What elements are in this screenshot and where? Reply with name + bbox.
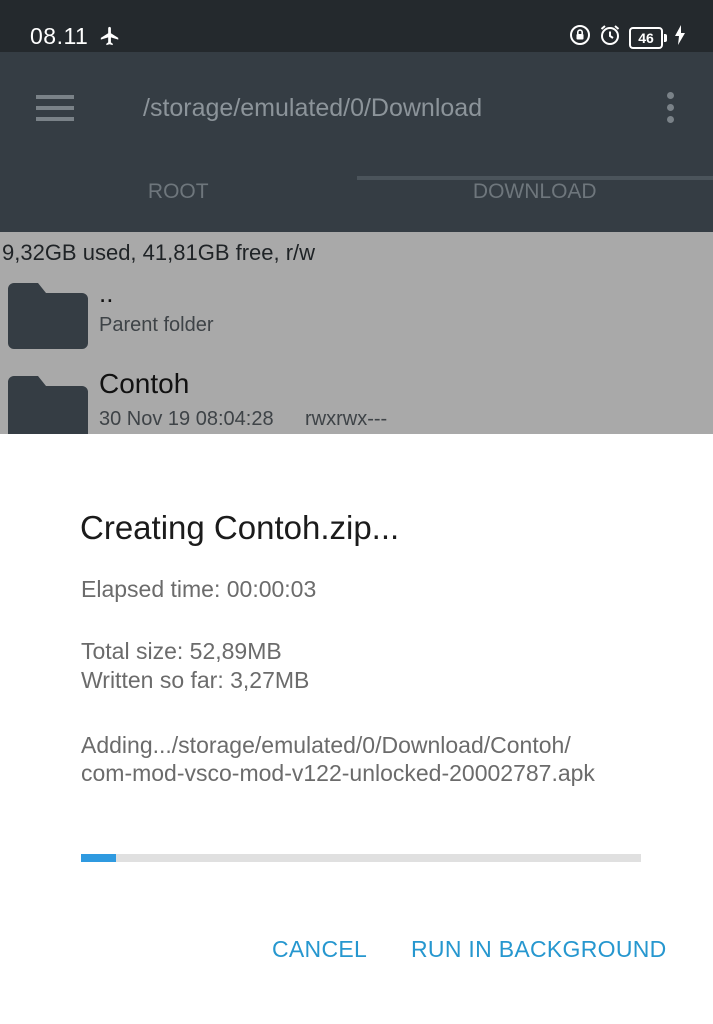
progress-bar — [81, 854, 641, 862]
folder-icon — [8, 376, 88, 434]
tab-root[interactable]: ROOT — [0, 160, 357, 232]
rotation-lock-icon — [569, 24, 591, 51]
alarm-icon — [599, 24, 621, 51]
screen: 08.11 46 /storage/emulated/0/Download RO… — [0, 0, 713, 1024]
list-item-contoh[interactable]: Contoh 30 Nov 19 08:04:28 rwxrwx--- — [0, 368, 713, 434]
app-bar: /storage/emulated/0/Download ROOT DOWNLO… — [0, 52, 713, 232]
adding-path-line-1: Adding.../storage/emulated/0/Download/Co… — [81, 732, 571, 758]
battery-level: 46 — [629, 26, 663, 49]
breadcrumb-tabs: ROOT DOWNLOAD — [0, 160, 713, 232]
battery-tip — [664, 33, 667, 42]
file-list: 9,32GB used, 41,81GB free, r/w .. Parent… — [0, 232, 713, 434]
written-so-far: Written so far: 3,27MB — [81, 667, 310, 693]
tab-download[interactable]: DOWNLOAD — [357, 160, 713, 232]
file-date: 30 Nov 19 08:04:28 — [99, 408, 274, 430]
file-name: Contoh — [99, 368, 190, 399]
storage-info: 9,32GB used, 41,81GB free, r/w — [2, 240, 316, 265]
file-name: .. — [99, 278, 114, 308]
status-icons: 46 — [569, 24, 685, 51]
status-time: 08.11 — [30, 23, 89, 49]
run-in-background-button[interactable]: RUN IN BACKGROUND — [411, 936, 667, 963]
file-subtitle: Parent folder — [99, 314, 214, 336]
folder-icon — [8, 283, 88, 354]
cancel-button[interactable]: CANCEL — [272, 936, 367, 963]
total-size: Total size: 52,89MB — [81, 638, 282, 664]
active-tab-indicator — [357, 176, 713, 180]
current-path: /storage/emulated/0/Download — [143, 94, 483, 122]
more-vert-icon[interactable] — [660, 92, 680, 126]
file-permissions: rwxrwx--- — [305, 408, 388, 430]
dialog-title: Creating Contoh.zip... — [80, 509, 400, 546]
elapsed-time: Elapsed time: 00:00:03 — [81, 576, 317, 602]
zip-progress-dialog: Creating Contoh.zip... Elapsed time: 00:… — [0, 434, 713, 1024]
adding-path-line-2: com-mod-vsco-mod-v122-unlocked-20002787.… — [81, 760, 595, 786]
charging-icon — [675, 25, 685, 50]
progress-bar-fill — [81, 854, 116, 862]
battery-indicator: 46 — [629, 26, 667, 49]
hamburger-menu-icon[interactable] — [36, 95, 74, 121]
status-bar: 08.11 46 — [0, 0, 713, 52]
list-item-parent[interactable]: .. Parent folder — [0, 276, 713, 356]
airplane-icon — [98, 25, 122, 52]
